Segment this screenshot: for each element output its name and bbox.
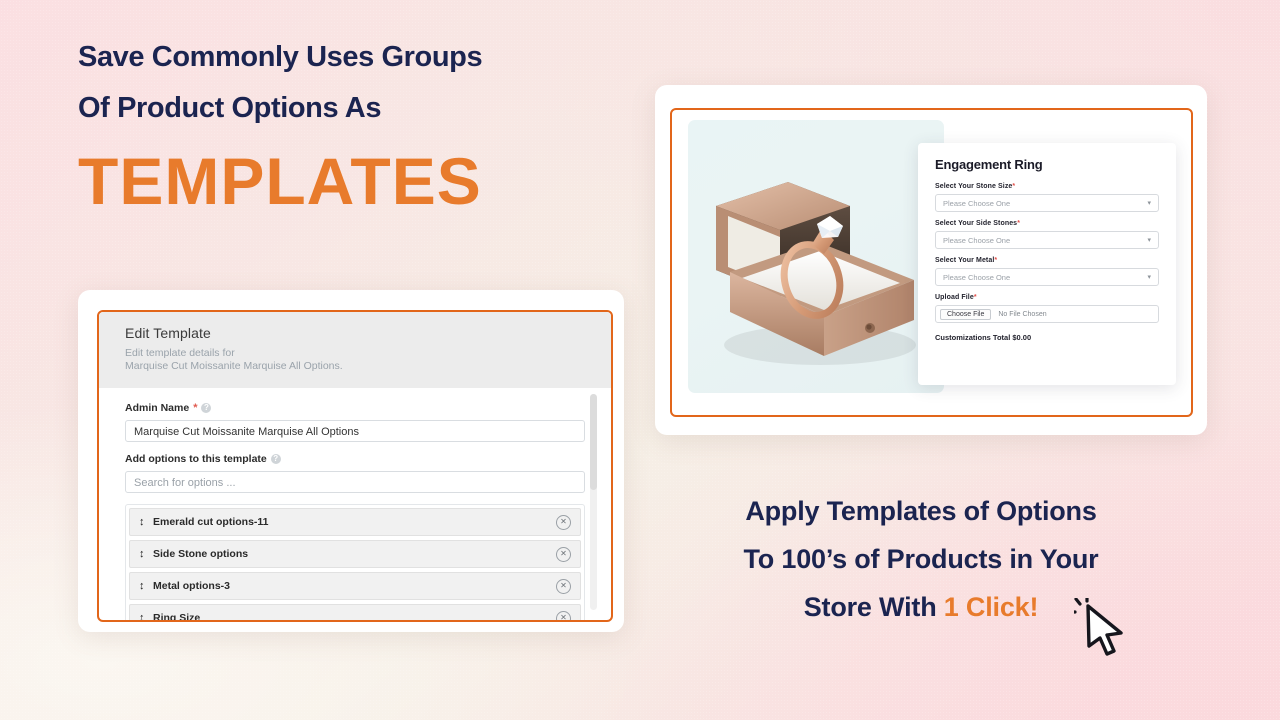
upload-file-label: Upload File* <box>935 294 1159 301</box>
option-name: Emerald cut options-11 <box>153 516 269 528</box>
remove-circle-icon[interactable]: ✕ <box>556 578 571 594</box>
headline-line-1: Save Commonly Uses Groups <box>78 41 483 73</box>
admin-name-input[interactable]: Marquise Cut Moissanite Marquise All Opt… <box>125 420 585 442</box>
required-asterisk: * <box>193 402 198 414</box>
admin-name-label-text: Admin Name <box>125 402 190 414</box>
option-name: Metal options-3 <box>153 580 231 592</box>
required-asterisk: * <box>994 257 998 264</box>
list-item[interactable]: ↕ Emerald cut options-11 ✕ <box>129 508 581 536</box>
stone-size-label: Select Your Stone Size* <box>935 183 1159 190</box>
metal-label: Select Your Metal* <box>935 257 1159 264</box>
chevron-down-icon: ▾ <box>1147 274 1151 281</box>
headline: Save Commonly Uses Groups Of Product Opt… <box>78 32 638 220</box>
edit-template-subtitle: Edit template details for Marquise Cut M… <box>125 347 585 373</box>
question-icon[interactable]: ? <box>201 403 212 413</box>
mouse-pointer-icon <box>1067 593 1123 656</box>
tagline-accent: 1 Click! <box>943 592 1039 622</box>
subtitle-line-2: Marquise Cut Moissanite Marquise All Opt… <box>125 360 343 372</box>
chevron-down-icon: ▾ <box>1147 200 1151 207</box>
stone-size-value: Please Choose One <box>943 198 1011 208</box>
search-options-input[interactable]: Search for options ... <box>125 471 585 493</box>
stone-size-select[interactable]: Please Choose One ▾ <box>935 194 1159 212</box>
edit-template-title: Edit Template <box>125 325 211 341</box>
remove-circle-icon[interactable]: ✕ <box>556 546 571 562</box>
required-asterisk: * <box>1017 220 1021 227</box>
metal-select[interactable]: Please Choose One ▾ <box>935 268 1159 286</box>
form-title: Engagement Ring <box>935 157 1043 172</box>
tagline-line-3-prefix: Store With <box>803 592 944 622</box>
cursor-click-graphic <box>1067 593 1134 658</box>
headline-line-2: Of Product Options As <box>78 92 382 124</box>
ring-box-illustration <box>716 182 916 365</box>
subtitle-line-1: Edit template details for <box>125 347 235 359</box>
product-preview-panel: Engagement Ring Select Your Stone Size* … <box>670 108 1193 417</box>
engagement-ring-image <box>688 120 944 393</box>
list-item[interactable]: ↕ Ring Size ✕ <box>129 604 581 622</box>
drag-handle-icon[interactable]: ↕ <box>139 548 153 560</box>
drag-handle-icon[interactable]: ↕ <box>139 612 153 620</box>
headline-templates: TEMPLATES <box>78 144 482 218</box>
file-status-text: No File Chosen <box>998 310 1047 318</box>
list-item[interactable]: ↕ Side Stone options ✕ <box>129 540 581 568</box>
option-name: Side Stone options <box>153 548 249 560</box>
edit-template-panel: Edit Template Edit template details for … <box>97 310 613 622</box>
tagline-line-1: Apply Templates of Options <box>745 496 1097 526</box>
stone-size-label-text: Select Your Stone Size <box>935 183 1013 190</box>
add-options-label-text: Add options to this template <box>125 453 267 465</box>
metal-value: Please Choose One <box>943 272 1011 282</box>
question-icon[interactable]: ? <box>270 454 281 464</box>
remove-circle-icon[interactable]: ✕ <box>556 610 571 620</box>
admin-name-label: Admin Name * ? <box>125 402 585 414</box>
required-asterisk: * <box>1012 183 1016 190</box>
vertical-scrollbar[interactable] <box>590 394 597 610</box>
chevron-down-icon: ▾ <box>1147 237 1151 244</box>
choose-file-button[interactable]: Choose File <box>940 308 992 320</box>
edit-template-header: Edit Template Edit template details for … <box>99 312 611 388</box>
drag-handle-icon[interactable]: ↕ <box>139 580 153 592</box>
file-upload-field[interactable]: Choose File No File Chosen <box>935 305 1159 323</box>
remove-circle-icon[interactable]: ✕ <box>556 514 571 530</box>
side-stones-label-text: Select Your Side Stones <box>935 220 1018 227</box>
list-item[interactable]: ↕ Metal options-3 ✕ <box>129 572 581 600</box>
side-stones-select[interactable]: Please Choose One ▾ <box>935 231 1159 249</box>
edit-template-body: Admin Name * ? Marquise Cut Moissanite M… <box>111 388 599 620</box>
tagline-line-2: To 100’s of Products in Your <box>743 544 1099 574</box>
side-stones-value: Please Choose One <box>943 235 1011 245</box>
drag-handle-icon[interactable]: ↕ <box>139 516 153 528</box>
options-list: ↕ Emerald cut options-11 ✕ ↕ Side Stone … <box>125 504 585 622</box>
metal-label-text: Select Your Metal <box>935 257 995 264</box>
customization-form: Engagement Ring Select Your Stone Size* … <box>918 143 1176 385</box>
side-stones-label: Select Your Side Stones* <box>935 220 1159 227</box>
upload-file-label-text: Upload File <box>935 294 974 301</box>
required-asterisk: * <box>973 294 977 301</box>
option-name: Ring Size <box>153 612 201 622</box>
add-options-label: Add options to this template ? <box>125 453 585 465</box>
customizations-total: Customizations Total $0.00 <box>935 333 1032 342</box>
